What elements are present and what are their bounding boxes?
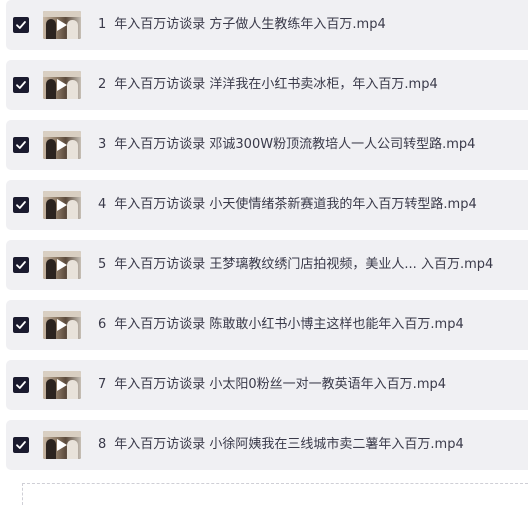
- video-thumbnail[interactable]: [43, 11, 81, 39]
- file-checkbox[interactable]: [13, 197, 29, 213]
- file-row[interactable]: 7 年入百万访谈录 小太阳0粉丝一对一教英语年入百万.mp4: [6, 360, 528, 410]
- file-name[interactable]: 3 年入百万访谈录 邓诚300W粉顶流教培人一人公司转型路.mp4: [98, 120, 475, 170]
- play-icon: [57, 19, 67, 31]
- play-icon: [57, 79, 67, 91]
- file-name[interactable]: 1 年入百万访谈录 方子做人生教练年入百万.mp4: [98, 0, 386, 50]
- file-number: 2: [98, 77, 107, 92]
- file-name[interactable]: 5 年入百万访谈录 王梦璃教纹绣门店拍视频，美业人... 入百万.mp4: [98, 240, 493, 290]
- file-checkbox[interactable]: [13, 377, 29, 393]
- video-thumbnail[interactable]: [43, 431, 81, 459]
- file-number: 8: [98, 437, 107, 452]
- file-number: 3: [98, 137, 107, 152]
- file-title: 年入百万访谈录 洋洋我在小红书卖冰柜，年入百万.mp4: [114, 77, 438, 92]
- file-name[interactable]: 4 年入百万访谈录 小天使情绪茶新赛道我的年入百万转型路.mp4: [98, 180, 477, 230]
- file-name[interactable]: 8 年入百万访谈录 小徐阿姨我在三线城市卖二薯年入百万.mp4: [98, 420, 464, 470]
- checkmark-icon: [16, 441, 26, 449]
- video-thumbnail[interactable]: [43, 251, 81, 279]
- file-row[interactable]: 4 年入百万访谈录 小天使情绪茶新赛道我的年入百万转型路.mp4: [6, 180, 528, 230]
- checkmark-icon: [16, 141, 26, 149]
- video-thumbnail[interactable]: [43, 71, 81, 99]
- file-name[interactable]: 6 年入百万访谈录 陈敢敢小红书小博主这样也能年入百万.mp4: [98, 300, 464, 350]
- file-row[interactable]: 2 年入百万访谈录 洋洋我在小红书卖冰柜，年入百万.mp4: [6, 60, 528, 110]
- video-thumbnail[interactable]: [43, 191, 81, 219]
- file-checkbox[interactable]: [13, 77, 29, 93]
- file-checkbox[interactable]: [13, 257, 29, 273]
- file-checkbox[interactable]: [13, 137, 29, 153]
- file-row[interactable]: 5 年入百万访谈录 王梦璃教纹绣门店拍视频，美业人... 入百万.mp4: [6, 240, 528, 290]
- file-title: 年入百万访谈录 方子做人生教练年入百万.mp4: [114, 17, 386, 32]
- drop-zone[interactable]: [22, 483, 528, 505]
- checkmark-icon: [16, 81, 26, 89]
- checkmark-icon: [16, 321, 26, 329]
- file-title: 年入百万访谈录 小太阳0粉丝一对一教英语年入百万.mp4: [114, 377, 447, 392]
- file-row[interactable]: 8 年入百万访谈录 小徐阿姨我在三线城市卖二薯年入百万.mp4: [6, 420, 528, 470]
- file-row[interactable]: 1 年入百万访谈录 方子做人生教练年入百万.mp4: [6, 0, 528, 50]
- file-number: 5: [98, 257, 107, 272]
- checkmark-icon: [16, 381, 26, 389]
- play-icon: [57, 199, 67, 211]
- video-thumbnail[interactable]: [43, 131, 81, 159]
- file-number: 4: [98, 197, 107, 212]
- play-icon: [57, 259, 67, 271]
- checkmark-icon: [16, 261, 26, 269]
- file-title: 年入百万访谈录 小天使情绪茶新赛道我的年入百万转型路.mp4: [114, 197, 477, 212]
- play-icon: [57, 379, 67, 391]
- file-number: 7: [98, 377, 107, 392]
- file-name[interactable]: 2 年入百万访谈录 洋洋我在小红书卖冰柜，年入百万.mp4: [98, 60, 438, 110]
- file-number: 1: [98, 17, 107, 32]
- play-icon: [57, 439, 67, 451]
- checkmark-icon: [16, 21, 26, 29]
- file-title: 年入百万访谈录 邓诚300W粉顶流教培人一人公司转型路.mp4: [114, 137, 476, 152]
- play-icon: [57, 319, 67, 331]
- file-checkbox[interactable]: [13, 17, 29, 33]
- file-number: 6: [98, 317, 107, 332]
- video-thumbnail[interactable]: [43, 371, 81, 399]
- file-title: 年入百万访谈录 小徐阿姨我在三线城市卖二薯年入百万.mp4: [114, 437, 464, 452]
- play-icon: [57, 139, 67, 151]
- checkmark-icon: [16, 201, 26, 209]
- file-checkbox[interactable]: [13, 317, 29, 333]
- video-thumbnail[interactable]: [43, 311, 81, 339]
- file-checkbox[interactable]: [13, 437, 29, 453]
- file-title: 年入百万访谈录 陈敢敢小红书小博主这样也能年入百万.mp4: [114, 317, 464, 332]
- file-name[interactable]: 7 年入百万访谈录 小太阳0粉丝一对一教英语年入百万.mp4: [98, 360, 446, 410]
- file-row[interactable]: 3 年入百万访谈录 邓诚300W粉顶流教培人一人公司转型路.mp4: [6, 120, 528, 170]
- file-title: 年入百万访谈录 王梦璃教纹绣门店拍视频，美业人... 入百万.mp4: [114, 257, 494, 272]
- file-row[interactable]: 6 年入百万访谈录 陈敢敢小红书小博主这样也能年入百万.mp4: [6, 300, 528, 350]
